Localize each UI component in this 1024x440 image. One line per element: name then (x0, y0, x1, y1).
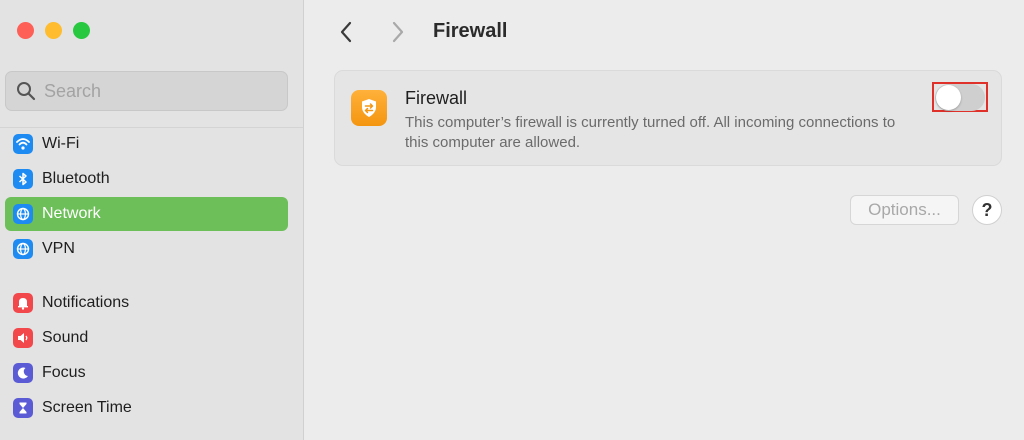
search-icon (17, 82, 36, 101)
sidebar-item-notifications[interactable]: Notifications (5, 286, 288, 320)
sidebar-item-label: Network (42, 205, 101, 222)
hourglass-icon (13, 398, 33, 418)
bluetooth-icon (13, 169, 33, 189)
speaker-icon (13, 328, 33, 348)
sidebar-item-label: Focus (42, 364, 86, 381)
firewall-toggle[interactable] (935, 84, 985, 111)
sidebar-item-screen-time[interactable]: Screen Time (5, 391, 288, 425)
firewall-shield-icon (351, 90, 387, 126)
sidebar-item-label: Bluetooth (42, 170, 110, 187)
search-field[interactable] (5, 71, 288, 111)
sidebar-item-focus[interactable]: Focus (5, 356, 288, 390)
close-window-button[interactable] (17, 22, 34, 39)
sidebar-item-label: Wi-Fi (42, 135, 80, 152)
wifi-icon (13, 134, 33, 154)
toggle-knob (936, 85, 961, 110)
sidebar-item-label: VPN (42, 240, 75, 257)
minimize-window-button[interactable] (45, 22, 62, 39)
sidebar-item-network[interactable]: Network (5, 197, 288, 231)
firewall-card: Firewall This computer’s firewall is cur… (334, 70, 1002, 166)
maximize-window-button[interactable] (73, 22, 90, 39)
chevron-right-icon (392, 21, 404, 43)
chevron-left-icon (340, 21, 352, 43)
back-button[interactable] (334, 18, 358, 46)
window-controls (17, 22, 90, 39)
help-button[interactable]: ? (972, 195, 1002, 225)
bell-icon (13, 293, 33, 313)
firewall-title: Firewall (405, 88, 468, 108)
globe-icon (13, 204, 33, 224)
sidebar-item-vpn[interactable]: VPN (5, 232, 288, 266)
sidebar-item-label: Sound (42, 329, 89, 346)
page-title: Firewall (433, 20, 508, 42)
sidebar-item-bluetooth[interactable]: Bluetooth (5, 162, 288, 196)
sidebar-item-label: Screen Time (42, 399, 132, 416)
sidebar: Wi-Fi Bluetooth Network VPN (0, 0, 304, 440)
options-button[interactable]: Options... (850, 195, 959, 225)
sidebar-item-label: Notifications (42, 294, 130, 311)
sidebar-item-sound[interactable]: Sound (5, 321, 288, 355)
sidebar-item-wifi[interactable]: Wi-Fi (5, 127, 288, 161)
globe-icon (13, 239, 33, 259)
firewall-description: This computer’s firewall is currently tu… (405, 114, 896, 151)
forward-button[interactable] (386, 18, 410, 46)
search-input[interactable] (44, 80, 264, 102)
main-pane: Firewall Firewall This computer’s firewa… (304, 0, 1024, 440)
moon-icon (13, 363, 33, 383)
